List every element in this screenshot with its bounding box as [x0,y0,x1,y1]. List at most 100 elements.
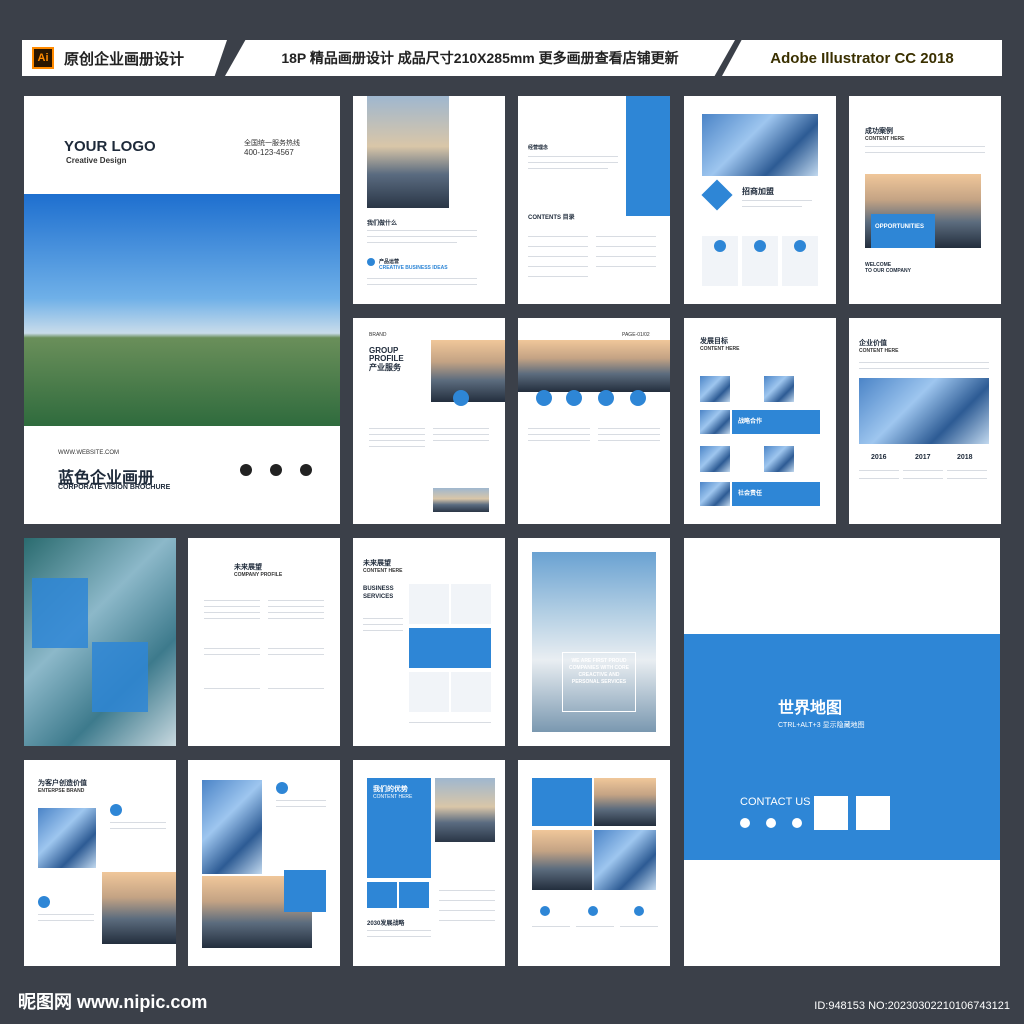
header-band: Ai 原创企业画册设计 18P 精品画册设计 成品尺寸210X285mm 更多画… [22,40,1002,76]
building-photo [202,780,262,874]
email-icon [270,464,282,476]
feature-icon-2 [38,896,50,908]
service-card-1 [409,584,449,624]
city-photo-1 [594,778,656,826]
page-development-goal: 发展目标 CONTENT HERE 战略合作 社会责任 [684,318,836,524]
phone-icon [740,818,750,828]
page-enterprise-value: 企业价值 CONTENT HERE 2016 2017 2018 [849,318,1001,524]
feature-icon-3 [794,240,806,252]
p5-welcome2: TO OUR COMPANY [865,268,911,274]
service-card-4 [451,672,491,712]
stat-circle-1 [536,390,552,406]
p11-title: 未来展望 [234,564,262,571]
p6-cn: 产业服务 [369,363,401,372]
service-card-2 [451,584,491,624]
p14-title: 世界地图 [778,700,843,717]
stat-circle [453,390,469,406]
p12-sv: SERVICES [363,594,394,600]
stat-circle-3 [598,390,614,406]
page-advantages: 我们的优势 CONTENT HERE 2030发展战略 [353,760,505,966]
p2-sub: 产品运营 [379,259,400,265]
city-photo [435,778,495,842]
p3-contents: CONTENTS 目录 [528,215,575,221]
page-buildings [188,760,340,966]
page-gallery [518,760,670,966]
cover-logo-sub: Creative Design [66,156,127,165]
page-quote: WE ARE FIRST PROUD COMPANIES WITH CORE C… [518,538,670,746]
page-contents: 经营理念 CONTENTS 目录 [518,96,670,304]
p3-heading: 经营理念 [528,145,549,151]
page-franchise: 招商加盟 [684,96,836,304]
cover-title-en: CORPORATE VISION BROCHURE [58,484,171,491]
p9-sub: CONTENT HERE [859,348,899,354]
photo-6 [700,482,730,506]
qq-icon [300,464,312,476]
blue-bar [626,96,670,216]
p7-page: PAGE-01/02 [622,332,650,338]
qr-code-1 [814,796,848,830]
header-left: Ai 原创企业画册设计 [22,40,227,76]
header-left-title: 原创企业画册设计 [64,50,185,68]
p5-title: 成功案例 [865,128,893,135]
page-01-02: PAGE-01/02 [518,318,670,524]
p5-sub: CONTENT HERE [865,136,905,142]
p8-tag1: 战略合作 [738,419,763,425]
photo-4 [700,446,730,472]
p2-sub-en: CREATIVE BUSINESS IDEAS [379,265,448,271]
p15-title: 为客户创造价值 [38,780,87,787]
stat-box-1 [367,882,397,908]
p14-sub: CTRL+ALT+3 显示隐藏地图 [778,722,865,729]
feature-icon-3 [634,906,644,916]
web-icon [766,818,776,828]
cover-logo: YOUR LOGO [64,138,156,155]
illustrator-icon: Ai [32,47,54,69]
feature-icon-1 [714,240,726,252]
stat-box-2 [399,882,429,908]
service-card-highlight [409,628,491,668]
phone-icon [240,464,252,476]
photo-3 [700,410,730,434]
feature-icon-1 [110,804,122,816]
stat-circle-4 [630,390,646,406]
overlay-box-1 [32,578,88,648]
page-what-we-do: 我们做什么 产品运营 CREATIVE BUSINESS IDEAS [353,96,505,304]
opportunity-box [871,214,935,248]
photo-5 [764,446,794,472]
network-icon [701,179,733,211]
city-photo [367,96,449,208]
p17-2030: 2030发展战略 [367,921,405,927]
p4-title: 招商加盟 [742,187,774,196]
city-photo-2 [532,830,592,890]
bullet-icon [367,258,375,266]
p8-tag2: 社会责任 [738,491,763,497]
city-photo [102,872,176,944]
overlay-box-2 [92,642,148,712]
city-photo [431,340,505,402]
p2-title: 我们做什么 [367,221,398,227]
cover-hotline: 400-123-4567 [244,148,294,157]
p6-brand: BRAND [369,332,387,338]
building-photo [859,378,989,444]
city-photo-small [433,488,489,512]
building-photo [594,830,656,890]
page-group-profile: BRAND GROUP PROFILE 产业服务 [353,318,505,524]
page-customer-value: 为客户创造价值 ENTERPSE BRAND [24,760,176,966]
p14-contact: CONTACT US [740,796,811,808]
header-right: Adobe Illustrator CC 2018 [722,40,1002,76]
p11-sub: COMPANY PROFILE [234,572,283,578]
page-success-cases: 成功案例 CONTENT HERE OPPORTUNITIES WELCOME … [849,96,1001,304]
stat-circle-2 [566,390,582,406]
page-aerial-city [24,538,176,746]
header-right-title: Adobe Illustrator CC 2018 [770,49,954,67]
footer-right: ID:948153 NO:20230302210106743121 [814,1000,1010,1012]
footer-left: 昵图网 www.nipic.com [18,992,208,1012]
service-card-3 [409,672,449,712]
p17-title: 我们的优势 [373,786,408,793]
p17-sub: CONTENT HERE [373,794,413,800]
p9-year-1: 2016 [871,454,887,461]
p8-title: 发展目标 [700,338,728,345]
building-photo [702,114,818,176]
photo-1 [700,376,730,402]
p13-quote: WE ARE FIRST PROUD COMPANIES WITH CORE C… [569,658,629,685]
p8-sub: CONTENT HERE [700,346,740,352]
